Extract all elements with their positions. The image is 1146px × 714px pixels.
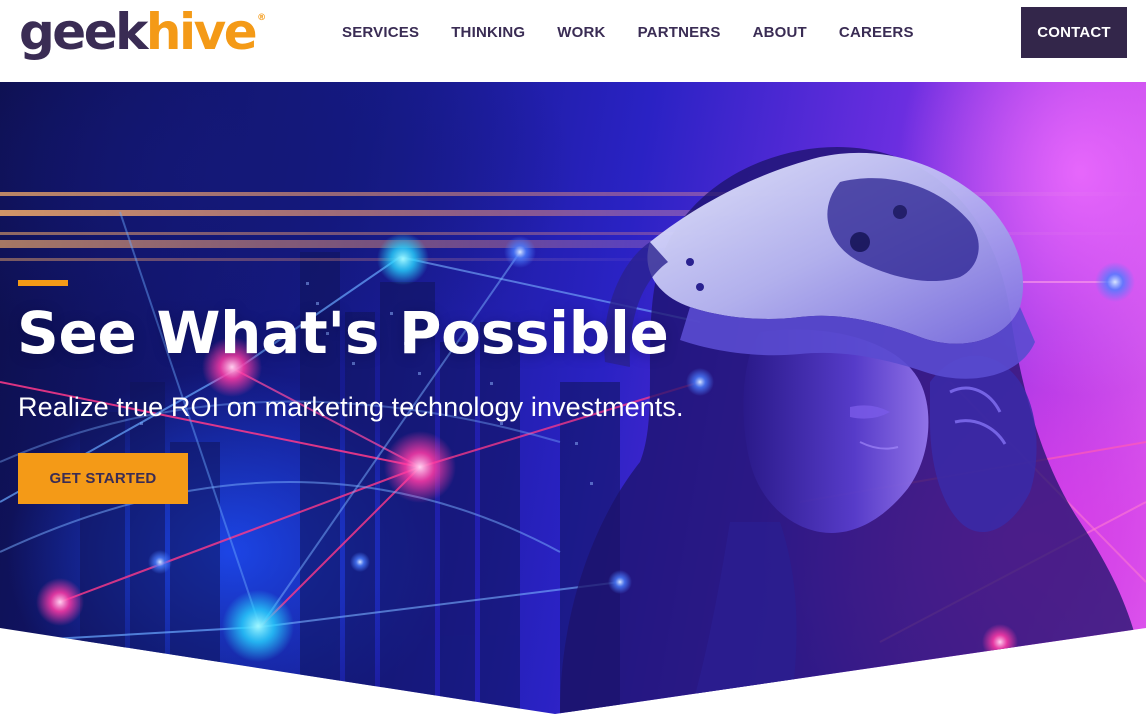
- nav-item-partners[interactable]: PARTNERS: [638, 24, 721, 42]
- get-started-button[interactable]: GET STARTED: [18, 453, 188, 504]
- logo-text-hive: hive: [145, 3, 258, 61]
- site-header: geek hive ® SERVICES THINKING WORK PARTN…: [0, 0, 1146, 82]
- nav-item-work[interactable]: WORK: [557, 24, 605, 42]
- hero-title: See What's Possible: [17, 299, 669, 367]
- nav-item-thinking[interactable]: THINKING: [451, 24, 525, 42]
- nav-item-services[interactable]: SERVICES: [342, 24, 419, 42]
- hero-accent-bar: [18, 280, 68, 286]
- contact-button[interactable]: CONTACT: [1021, 7, 1127, 58]
- registered-mark: ®: [257, 13, 267, 23]
- nav-item-careers[interactable]: CAREERS: [839, 24, 914, 42]
- hero-subtitle: Realize true ROI on marketing technology…: [18, 392, 684, 422]
- logo-text-geek: geek: [19, 3, 148, 61]
- main-nav: SERVICES THINKING WORK PARTNERS ABOUT CA…: [342, 24, 946, 42]
- geekhive-logo[interactable]: geek hive ®: [19, 2, 266, 62]
- hero-section: See What's Possible Realize true ROI on …: [0, 82, 1146, 714]
- nav-item-about[interactable]: ABOUT: [753, 24, 807, 42]
